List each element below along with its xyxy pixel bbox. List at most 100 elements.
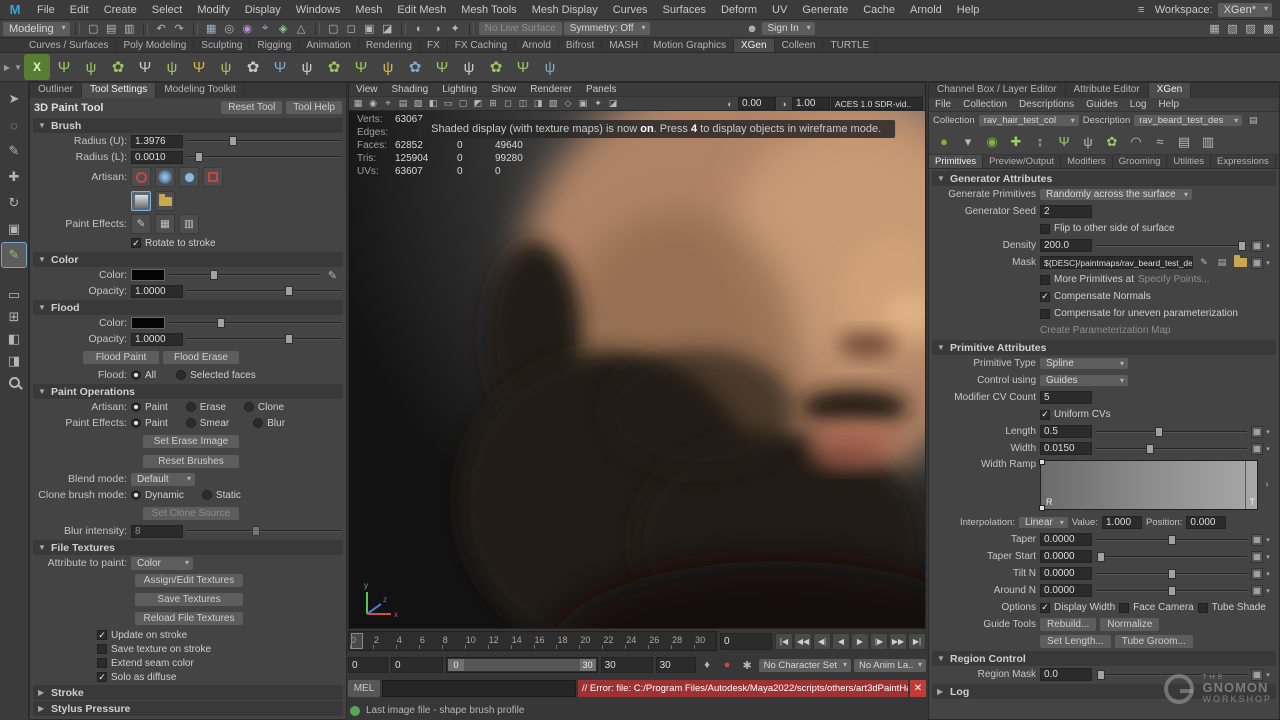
select-object-icon[interactable]: ◻	[343, 21, 360, 37]
texture-map-icon[interactable]: ▦	[1251, 240, 1263, 252]
attr-menu-icon[interactable]: ▾	[1264, 587, 1272, 595]
exposure-field[interactable]: 0.00	[738, 97, 776, 110]
shelf-tab-fx-caching[interactable]: FX Caching	[448, 39, 515, 52]
slider-taper-start[interactable]	[1096, 551, 1247, 563]
flood-paint-button[interactable]: Flood Paint	[83, 351, 159, 364]
xgen-noise-icon[interactable]: Ψ	[267, 54, 293, 80]
xgen-panel-left-icon[interactable]: ▤	[1173, 131, 1195, 153]
assign-edit-textures-button[interactable]: Assign/Edit Textures	[135, 574, 243, 587]
reset-brushes-button[interactable]: Reset Brushes	[143, 455, 239, 468]
texture-map-icon[interactable]: ▦	[1251, 568, 1263, 580]
step-back-key-button[interactable]: ◀◀	[794, 633, 812, 650]
sign-in-dropdown[interactable]: Sign In	[762, 22, 815, 35]
divider[interactable]	[75, 23, 80, 35]
select-camera-icon[interactable]: ▦	[351, 97, 365, 110]
flood-opacity-field[interactable]: 1.0000	[131, 333, 183, 346]
save-textures-button[interactable]: Save Textures	[135, 593, 243, 606]
frame-tick-22[interactable]: 22	[601, 632, 624, 650]
shelf-tab-motion-graphics[interactable]: Motion Graphics	[646, 39, 734, 52]
safe-title-icon[interactable]: ◫	[516, 97, 530, 110]
frame-tick-18[interactable]: 18	[555, 632, 578, 650]
animation-preferences-icon[interactable]	[739, 657, 756, 673]
attribute-to-paint-dropdown[interactable]: Color	[131, 557, 193, 570]
frame-tick-28[interactable]: 28	[670, 632, 693, 650]
dismiss-error-button[interactable]	[910, 680, 926, 697]
texture-map-icon[interactable]: ▦	[1251, 426, 1263, 438]
section-header-paint-operations[interactable]: Paint Operations	[33, 384, 343, 399]
artisan-brush-hard-icon[interactable]	[131, 167, 151, 187]
attr-menu-icon[interactable]: ▾	[1264, 445, 1272, 453]
xgen-guides-icon[interactable]: ψ	[78, 54, 104, 80]
pfx-smear-radio[interactable]	[186, 418, 196, 428]
xgen-menu-log[interactable]: Log	[1124, 99, 1153, 110]
paint-mask-icon[interactable]	[1197, 256, 1211, 269]
camera-attributes-icon[interactable]: ⌖	[381, 97, 395, 110]
position-field[interactable]: 0.000	[1186, 516, 1226, 529]
view-transform-dropdown[interactable]: ACES 1.0 SDR-vid..	[831, 97, 923, 110]
checkbox-uniform-cvs[interactable]	[1040, 410, 1050, 420]
xgen-preview-icon[interactable]: ✿	[321, 54, 347, 80]
play-backwards-button[interactable]: ◀	[832, 633, 850, 650]
artisan-erase-radio[interactable]	[186, 402, 196, 412]
frame-tick-20[interactable]: 20	[578, 632, 601, 650]
flood-color-swatch[interactable]	[131, 317, 165, 329]
artisan-brush-image-icon[interactable]	[131, 191, 151, 211]
divider[interactable]	[469, 23, 474, 35]
two-d-pan-zoom-icon[interactable]: ◧	[426, 97, 440, 110]
four-pane-layout-icon[interactable]: ⊞	[2, 307, 26, 327]
extend-seam-color-checkbox[interactable]	[97, 658, 107, 668]
section-header-stylus-pressure[interactable]: Stylus Pressure	[33, 701, 343, 716]
playback-end-field[interactable]: 30	[601, 657, 653, 673]
artisan-brush-soft-icon[interactable]	[155, 167, 175, 187]
reload-file-textures-button[interactable]: Reload File Textures	[135, 612, 243, 625]
xgen-comb-icon[interactable]: ψ	[1077, 131, 1099, 153]
xgen-preview-menu-icon[interactable]: ▾	[957, 131, 979, 153]
texture-map-icon[interactable]: ▦	[1251, 534, 1263, 546]
tab-outliner[interactable]: Outliner	[30, 83, 82, 98]
link-specify-points[interactable]: Specify Points...	[1138, 274, 1210, 285]
xgen-update-preview-icon[interactable]: ◉	[981, 131, 1003, 153]
tab-tool-settings[interactable]: Tool Settings	[82, 83, 156, 98]
attr-menu-icon[interactable]: ▾	[1264, 242, 1272, 250]
xgen-sculpt-guide-icon[interactable]: Ψ	[1053, 131, 1075, 153]
xgen-comb-guides-icon[interactable]: Ψ	[132, 54, 158, 80]
no-live-surface-button[interactable]: No Live Surface	[479, 22, 562, 35]
single-pane-layout-icon[interactable]: ▭	[2, 285, 26, 305]
render-settings-icon[interactable]: ✦	[447, 21, 464, 37]
checkbox-display-width[interactable]	[1040, 603, 1050, 613]
radius-u-field[interactable]: 1.3976	[131, 135, 183, 148]
checkbox-flip-to-other-side-of-surface[interactable]	[1040, 224, 1050, 234]
perspective-viewport[interactable]: ViewShadingLightingShowRendererPanels ▦◉…	[348, 82, 926, 629]
width-ramp[interactable]: RT	[1040, 460, 1258, 510]
clone-dynamic-radio[interactable]	[131, 490, 141, 500]
xgen-preview-icon[interactable]: ●	[933, 131, 955, 153]
xgen-cut-icon[interactable]: ψ	[294, 54, 320, 80]
section-header-file-textures[interactable]: File Textures	[33, 540, 343, 555]
section-header-generator-attributes[interactable]: Generator Attributes	[932, 171, 1276, 186]
snap-to-curve-icon[interactable]: ◎	[221, 21, 238, 37]
xgen-guide-sculpt-icon[interactable]: Ψ	[510, 54, 536, 80]
collection-dropdown[interactable]: rav_hair_test_col	[979, 115, 1079, 126]
description-dropdown[interactable]: rav_beard_test_des	[1134, 115, 1242, 126]
update-on-stroke-checkbox[interactable]	[97, 630, 107, 640]
xgen-menu-collection[interactable]: Collection	[957, 99, 1013, 110]
shelf-tab-poly-modeling[interactable]: Poly Modeling	[116, 39, 194, 52]
value-field[interactable]: 1.000	[1102, 516, 1142, 529]
texture-map-icon[interactable]: ▦	[1251, 585, 1263, 597]
field-around-n[interactable]: 0.0000	[1040, 584, 1092, 597]
divider[interactable]	[315, 23, 320, 35]
field-taper[interactable]: 0.0000	[1040, 533, 1092, 546]
opacity-slider[interactable]	[187, 285, 341, 297]
viewport-menu-shading[interactable]: Shading	[385, 84, 436, 95]
workspace-dropdown[interactable]: XGen*	[1218, 3, 1272, 17]
gate-mask-icon[interactable]: ◩	[471, 97, 485, 110]
render-current-frame-icon[interactable]: ◐	[411, 21, 428, 37]
set-erase-image-button[interactable]: Set Erase Image	[143, 435, 239, 448]
artisan-brush-square-icon[interactable]	[203, 167, 223, 187]
field-region-mask[interactable]: 0.0	[1040, 668, 1092, 681]
xgen-menu-help[interactable]: Help	[1152, 99, 1185, 110]
checkbox-compensate-normals[interactable]	[1040, 292, 1050, 302]
slider-handle[interactable]	[1146, 444, 1154, 454]
radius-l-slider[interactable]	[187, 151, 341, 163]
ipr-render-icon[interactable]: ◑	[429, 21, 446, 37]
